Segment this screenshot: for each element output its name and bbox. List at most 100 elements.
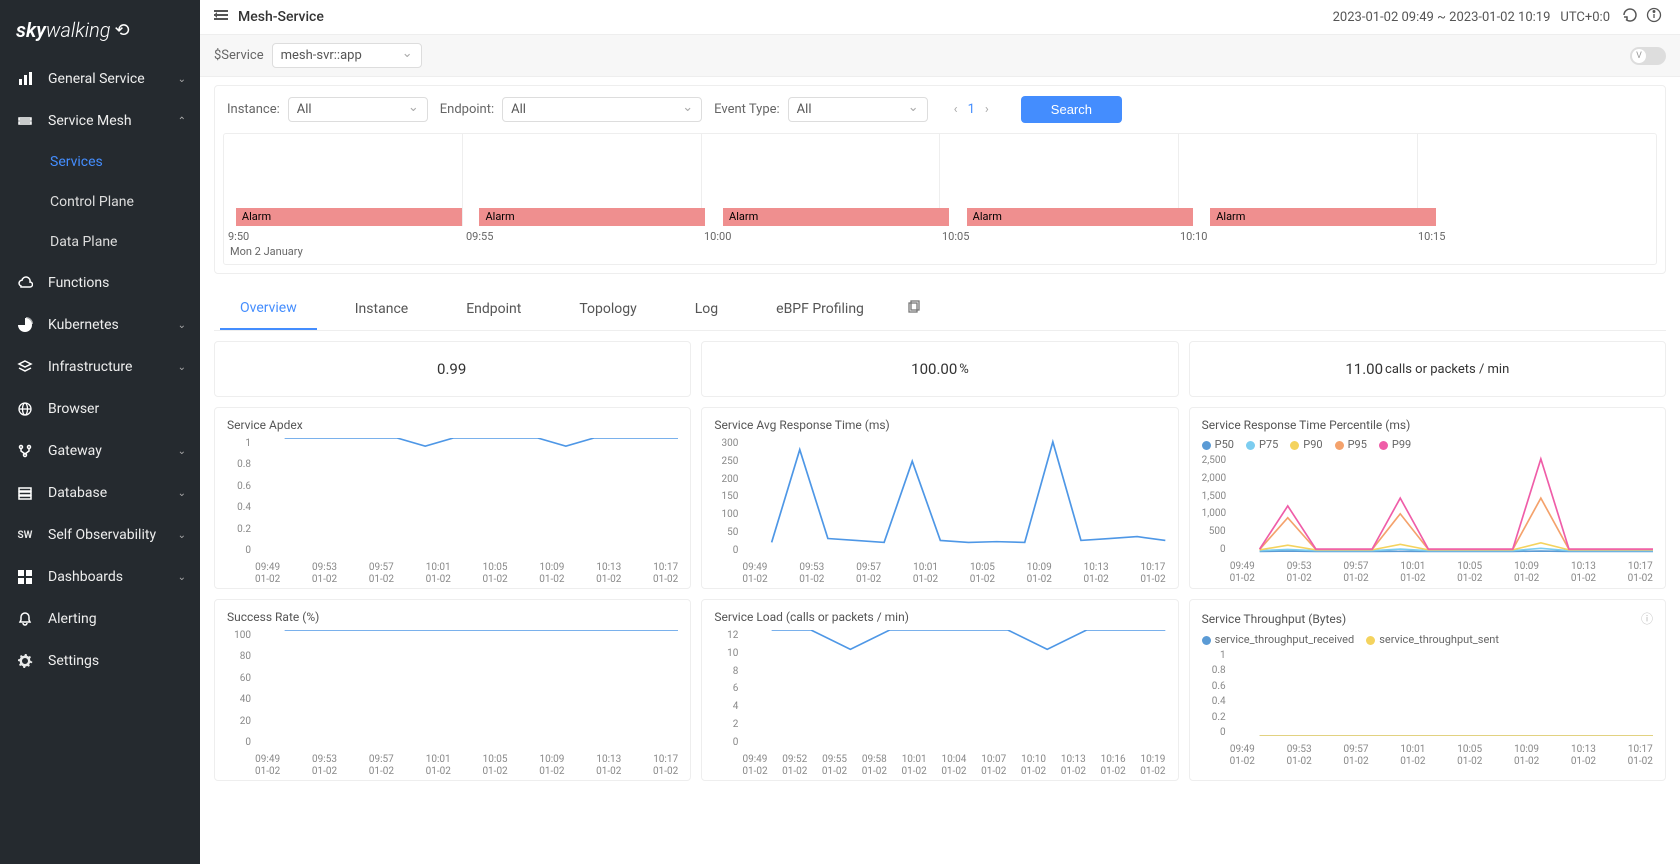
chevron-icon: ⌄: [178, 530, 186, 541]
events-panel: Instance: All Endpoint: All Event Type: …: [214, 85, 1666, 274]
globe-icon: [16, 400, 34, 418]
nav-settings[interactable]: Settings: [0, 640, 200, 682]
kpi-value: 0.99: [437, 360, 466, 378]
nav-label: Browser: [48, 401, 99, 417]
kpi-value: 11.00: [1345, 360, 1383, 378]
timeline-tick: 10:10: [1180, 230, 1418, 243]
tabs: Overview Instance Endpoint Topology Log eBPF …: [214, 288, 1666, 331]
nav-self-observability[interactable]: SWSelf Observability⌄: [0, 514, 200, 556]
alarm-event[interactable]: Alarm: [723, 208, 949, 226]
tab-log[interactable]: Log: [675, 289, 738, 329]
tab-topology[interactable]: Topology: [559, 289, 656, 329]
card-percentile: Service Response Time Percentile (ms) P5…: [1189, 407, 1666, 589]
nav-label: Service Mesh: [48, 113, 132, 129]
db-icon: [16, 484, 34, 502]
tab-overview[interactable]: Overview: [220, 288, 317, 330]
mesh-icon: [16, 112, 34, 130]
timeline-tick: 09:55: [466, 230, 704, 243]
instance-label: Instance:: [227, 102, 280, 117]
card-title: Service Load (calls or packets / min): [714, 610, 1165, 624]
card-title: Service Throughput (Bytes)ⓘ: [1202, 610, 1653, 627]
nav-gateway[interactable]: Gateway ⌄: [0, 430, 200, 472]
x-axis: 09:4901-0209:5301-0209:5701-0210:0101-02…: [227, 754, 678, 778]
chart-icon: [16, 70, 34, 88]
legend-item[interactable]: P99: [1379, 438, 1411, 451]
x-axis: 09:4901-0209:5201-0209:5501-0209:5801-02…: [714, 754, 1165, 778]
page-next[interactable]: ›: [985, 102, 989, 117]
chevron-icon: ⌄: [178, 74, 186, 85]
stack-icon: [16, 358, 34, 376]
chevron-icon: ⌄: [178, 446, 186, 457]
view-toggle[interactable]: V: [1630, 47, 1666, 65]
info-icon[interactable]: ⓘ: [1641, 610, 1653, 627]
nav-infrastructure[interactable]: Infrastructure⌄: [0, 346, 200, 388]
card-title: Service Response Time Percentile (ms): [1202, 418, 1653, 432]
instance-select[interactable]: All: [288, 97, 428, 122]
legend-item[interactable]: P95: [1335, 438, 1367, 451]
nav-browser[interactable]: Browser: [0, 388, 200, 430]
nav-label: Functions: [48, 275, 109, 291]
nav-general-service[interactable]: General Service ⌄: [0, 58, 200, 100]
nav-label: Gateway: [48, 443, 102, 459]
alarm-event[interactable]: Alarm: [967, 208, 1193, 226]
tab-ebpf-profiling[interactable]: eBPF Profiling: [756, 289, 884, 329]
nav-functions[interactable]: Functions: [0, 262, 200, 304]
page-prev[interactable]: ‹: [954, 102, 958, 117]
topbar: Mesh-Service 2023-01-02 09:49 ~ 2023-01-…: [200, 0, 1680, 35]
chevron-icon: ⌃: [178, 116, 186, 127]
nav-sub-services[interactable]: Services: [50, 142, 200, 182]
alarm-event[interactable]: Alarm: [1210, 208, 1436, 226]
x-axis: 09:4901-0209:5301-0209:5701-0210:0101-02…: [714, 562, 1165, 586]
time-range[interactable]: 2023-01-02 09:49 ~ 2023-01-02 10:19: [1333, 10, 1551, 25]
collapse-icon[interactable]: [214, 8, 228, 26]
nav-sub-data-plane[interactable]: Data Plane: [50, 222, 200, 262]
kpi-card: 100.00%: [701, 341, 1178, 397]
tab-endpoint[interactable]: Endpoint: [446, 289, 541, 329]
search-button[interactable]: Search: [1021, 96, 1122, 123]
card-title: Service Avg Response Time (ms): [714, 418, 1165, 432]
legend-item[interactable]: service_throughput_sent: [1366, 633, 1499, 646]
endpoint-label: Endpoint:: [440, 102, 494, 117]
alarm-event[interactable]: Alarm: [236, 208, 462, 226]
x-axis: 09:4901-0209:5301-0209:5701-0210:0101-02…: [1202, 561, 1653, 585]
nav-sub-control-plane[interactable]: Control Plane: [50, 182, 200, 222]
nav-service-mesh[interactable]: Service Mesh ⌃: [0, 100, 200, 142]
gateway-icon: [16, 442, 34, 460]
pie-icon: [16, 316, 34, 334]
refresh-icon[interactable]: [1622, 7, 1638, 27]
legend-item[interactable]: P75: [1246, 438, 1278, 451]
tab-instance[interactable]: Instance: [335, 289, 428, 329]
cloud-icon: [16, 274, 34, 292]
nav-label: Kubernetes: [48, 317, 119, 333]
sw-icon: SW: [16, 526, 34, 544]
event-type-select[interactable]: All: [788, 97, 928, 122]
y-axis: 100806040200: [227, 630, 255, 748]
service-select[interactable]: mesh-svr::app: [272, 43, 422, 68]
content: Instance: All Endpoint: All Event Type: …: [200, 77, 1680, 864]
legend-item[interactable]: P50: [1202, 438, 1234, 451]
nav-database[interactable]: Database⌄: [0, 472, 200, 514]
x-axis: 09:4901-0209:5301-0209:5701-0210:0101-02…: [227, 562, 678, 586]
kpi-card: 11.00calls or packets / min: [1189, 341, 1666, 397]
page-number: 1: [968, 102, 975, 117]
info-icon[interactable]: [1646, 7, 1662, 27]
page-title: Mesh-Service: [238, 9, 324, 25]
nav-kubernetes[interactable]: Kubernetes ⌄: [0, 304, 200, 346]
legend-item[interactable]: service_throughput_received: [1202, 633, 1355, 646]
card-load: Service Load (calls or packets / min) 12…: [701, 599, 1178, 781]
nav-label: General Service: [48, 71, 145, 87]
timeline-tick: 10:00: [704, 230, 942, 243]
nav-alerting[interactable]: Alerting: [0, 598, 200, 640]
endpoint-select[interactable]: All: [502, 97, 702, 122]
bell-icon: [16, 610, 34, 628]
card-avg-rt: Service Avg Response Time (ms) 300250200…: [701, 407, 1178, 589]
copy-icon[interactable]: [906, 300, 920, 318]
nav-label: Database: [48, 485, 107, 501]
legend-item[interactable]: P90: [1290, 438, 1322, 451]
y-axis: 2,5002,0001,5001,0005000: [1202, 455, 1230, 555]
chevron-icon: ⌄: [178, 320, 186, 331]
nav-dashboards[interactable]: Dashboards⌄: [0, 556, 200, 598]
kpi-value: 100.00: [911, 360, 957, 378]
alarm-event[interactable]: Alarm: [479, 208, 705, 226]
sidebar: skywalking ⟲ General Service⌄Service Mes…: [0, 0, 200, 864]
